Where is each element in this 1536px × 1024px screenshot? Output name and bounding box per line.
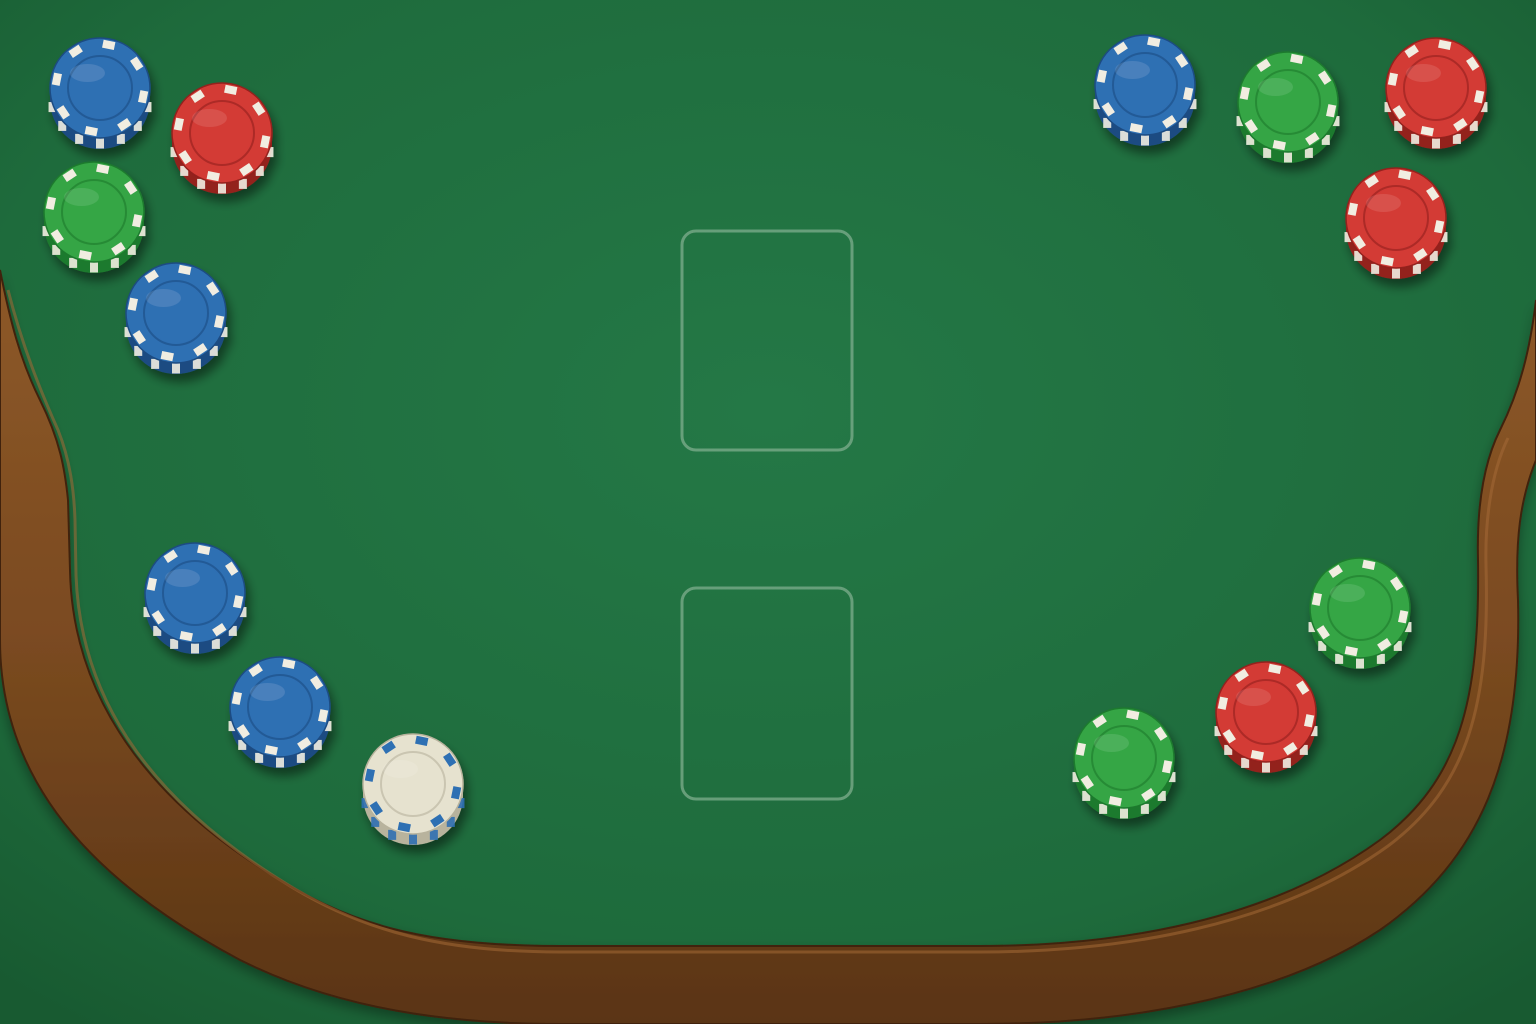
white-chip[interactable] [361, 733, 465, 845]
red-chip[interactable] [170, 82, 274, 194]
red-chip[interactable] [1344, 167, 1448, 279]
blue-chip[interactable] [228, 656, 332, 768]
red-chip[interactable] [1214, 661, 1318, 773]
red-chip[interactable] [1384, 37, 1488, 149]
poker-table [0, 0, 1536, 1024]
green-chip[interactable] [1236, 51, 1340, 163]
blue-chip[interactable] [48, 37, 152, 149]
poker-table-scene [0, 0, 1536, 1024]
green-chip[interactable] [1072, 707, 1176, 819]
green-chip[interactable] [1308, 557, 1412, 669]
green-chip[interactable] [42, 161, 146, 273]
blue-chip[interactable] [1093, 34, 1197, 146]
blue-chip[interactable] [143, 542, 247, 654]
blue-chip[interactable] [124, 262, 228, 374]
